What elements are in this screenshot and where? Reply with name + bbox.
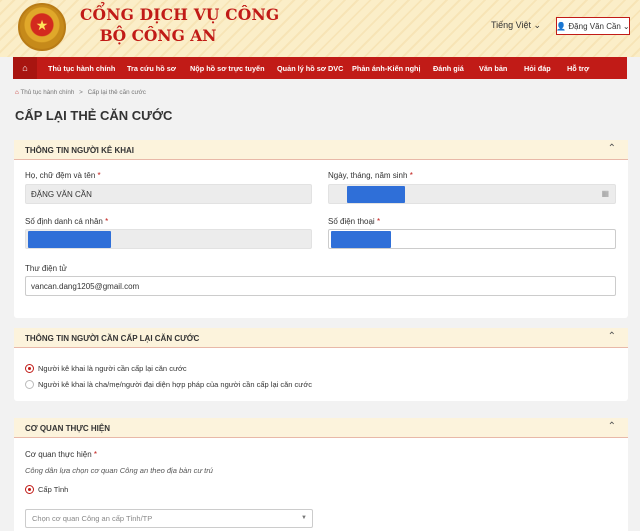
nav-item-lookup[interactable]: Tra cứu hồ sơ	[127, 64, 176, 73]
agency-heading: CƠ QUAN THỰC HIỆN	[25, 424, 111, 433]
radio-representative-label: Người kê khai là cha/mẹ/người đại diện h…	[38, 380, 312, 389]
dob-field: ▦	[328, 184, 616, 204]
applicant-card: THÔNG TIN NGƯỜI CẦN CẤP LẠI CĂN CƯỚC ⌃ N…	[14, 328, 628, 401]
phone-label-text: Số điện thoại	[328, 217, 375, 226]
agency-label: Cơ quan thực hiện *	[25, 450, 97, 459]
applicant-card-header[interactable]: THÔNG TIN NGƯỜI CẦN CẤP LẠI CĂN CƯỚC ⌃	[14, 328, 628, 348]
declarant-heading: THÔNG TIN NGƯỜI KÊ KHAI	[25, 146, 135, 155]
nav-item-manage-records[interactable]: Quản lý hồ sơ DVC	[277, 64, 343, 73]
caret-down-icon: ▼	[301, 515, 307, 521]
nav-item-submit-online[interactable]: Nộp hồ sơ trực tuyến	[190, 64, 265, 73]
home-icon[interactable]: ⌂	[15, 89, 19, 96]
required-mark: *	[376, 217, 381, 226]
police-emblem-logo: ★	[18, 3, 66, 51]
site-title-line2: BỘ CÔNG AN	[99, 26, 217, 45]
radio-province-level-label: Cấp Tỉnh	[38, 485, 69, 494]
email-value: vancan.dang1205@gmail.com	[31, 281, 140, 291]
agency-card: CƠ QUAN THỰC HIỆN ⌃ Cơ quan thực hiện * …	[14, 418, 628, 531]
required-mark: *	[97, 171, 101, 180]
dob-label-text: Ngày, tháng, năm sinh	[328, 171, 408, 180]
user-menu-button[interactable]: 👤 Đặng Văn Cần ⌄	[556, 17, 630, 35]
nav-item-faq[interactable]: Hỏi đáp	[524, 64, 551, 73]
dob-label: Ngày, tháng, năm sinh *	[328, 171, 413, 180]
email-label: Thư điện tử	[25, 264, 67, 273]
breadcrumb-separator: >	[79, 89, 83, 96]
required-mark: *	[409, 171, 413, 180]
required-mark: *	[93, 450, 97, 459]
radio-province-level[interactable]: Cấp Tỉnh	[25, 485, 68, 494]
radio-self-label: Người kê khai là người cần cấp lại căn c…	[38, 364, 187, 373]
phone-field[interactable]	[328, 229, 616, 249]
declarant-card: THÔNG TIN NGƯỜI KÊ KHAI ⌃ Họ, chữ đệm và…	[14, 140, 628, 318]
calendar-icon: ▦	[601, 189, 609, 198]
chevron-up-icon[interactable]: ⌃	[608, 421, 616, 432]
chevron-up-icon[interactable]: ⌃	[608, 331, 616, 342]
name-field: ĐẶNG VĂN CẦN	[25, 184, 312, 204]
agency-note: Công dân lựa chọn cơ quan Công an theo đ…	[25, 466, 213, 475]
name-label-text: Họ, chữ đệm và tên	[25, 171, 96, 180]
nav-item-procedures[interactable]: Thủ tục hành chính	[48, 64, 115, 73]
language-label: Tiếng Việt	[491, 20, 532, 30]
required-mark: *	[105, 217, 109, 226]
agency-select-placeholder: Chọn cơ quan Công an cấp Tỉnh/TP	[32, 514, 153, 523]
declarant-card-header[interactable]: THÔNG TIN NGƯỜI KÊ KHAI ⌃	[14, 140, 628, 160]
page-title: CẤP LẠI THẺ CĂN CƯỚC	[15, 108, 173, 123]
site-header: ★ CỔNG DỊCH VỤ CÔNG BỘ CÔNG AN Tiếng Việ…	[0, 0, 640, 57]
site-title-line1: CỔNG DỊCH VỤ CÔNG	[80, 5, 280, 24]
nav-item-support[interactable]: Hỗ trợ	[567, 64, 589, 73]
user-name: Đặng Văn Cần	[568, 21, 621, 31]
breadcrumb: ⌂ Thủ tục hành chính > Cấp lại thẻ căn c…	[15, 89, 146, 96]
breadcrumb-home[interactable]: Thủ tục hành chính	[20, 89, 74, 96]
language-selector[interactable]: Tiếng Việt ⌄	[491, 20, 541, 31]
redacted-block	[347, 186, 405, 203]
redacted-block	[331, 231, 391, 248]
site-title[interactable]: CỔNG DỊCH VỤ CÔNG BỘ CÔNG AN	[80, 5, 280, 45]
radio-selected-indicator[interactable]	[25, 364, 34, 373]
name-value: ĐẶNG VĂN CẦN	[31, 189, 92, 199]
agency-select[interactable]: Chọn cơ quan Công an cấp Tỉnh/TP ▼	[25, 509, 313, 528]
agency-label-text: Cơ quan thực hiện	[25, 450, 92, 459]
breadcrumb-current: Cấp lại thẻ căn cước	[87, 89, 146, 96]
id-number-label: Số định danh cá nhân *	[25, 217, 108, 226]
nav-item-evaluation[interactable]: Đánh giá	[433, 64, 464, 73]
chevron-down-icon: ⌄	[533, 20, 542, 30]
radio-selected-indicator[interactable]	[25, 485, 34, 494]
email-field[interactable]: vancan.dang1205@gmail.com	[25, 276, 616, 296]
id-number-label-text: Số định danh cá nhân	[25, 217, 103, 226]
redacted-block	[28, 231, 111, 248]
chevron-up-icon[interactable]: ⌃	[608, 143, 616, 154]
applicant-heading: THÔNG TIN NGƯỜI CẦN CẤP LẠI CĂN CƯỚC	[25, 334, 200, 343]
radio-unselected-indicator[interactable]	[25, 380, 34, 389]
nav-item-documents[interactable]: Văn bản	[479, 64, 507, 73]
nav-item-feedback[interactable]: Phản ánh-Kiến nghị	[352, 64, 421, 73]
name-label: Họ, chữ đệm và tên *	[25, 171, 101, 180]
agency-card-header[interactable]: CƠ QUAN THỰC HIỆN ⌃	[14, 418, 628, 438]
user-icon: 👤	[556, 21, 567, 31]
home-icon[interactable]: ⌂	[13, 57, 37, 79]
id-number-field	[25, 229, 312, 249]
radio-self[interactable]: Người kê khai là người cần cấp lại căn c…	[25, 364, 187, 373]
chevron-down-icon: ⌄	[622, 21, 630, 31]
main-nav: ⌂ Thủ tục hành chính Tra cứu hồ sơ Nộp h…	[13, 57, 627, 79]
radio-representative[interactable]: Người kê khai là cha/mẹ/người đại diện h…	[25, 380, 312, 389]
phone-label: Số điện thoại *	[328, 217, 380, 226]
